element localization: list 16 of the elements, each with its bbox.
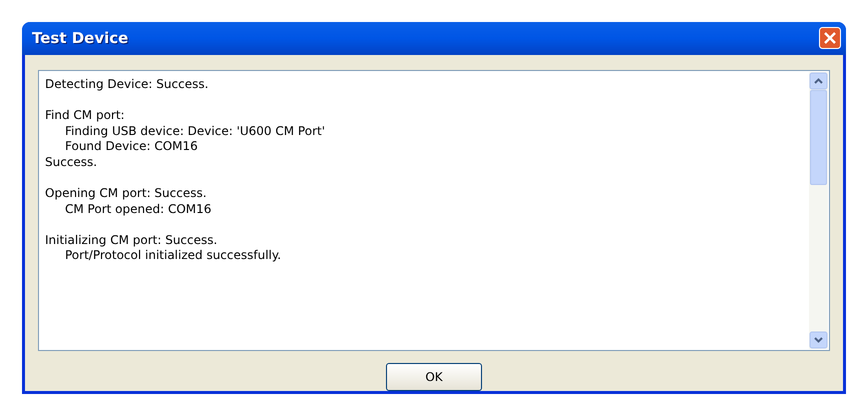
scrollbar[interactable]: [809, 72, 828, 349]
log-line: Found Device: COM16: [64, 139, 198, 155]
log-line: Port/Protocol initialized successfully.: [64, 248, 282, 264]
ok-button[interactable]: OK: [386, 363, 482, 391]
scroll-thumb[interactable]: [810, 90, 827, 185]
window-title: Test Device: [32, 28, 128, 50]
log-line: Initializing CM port: Success.: [45, 232, 218, 248]
log-line: Opening CM port: Success.: [45, 186, 207, 202]
log-line: Finding USB device: Device: 'U600 CM Port': [64, 124, 326, 140]
log-line: CM Port opened: COM16: [64, 202, 212, 218]
log-line: Find CM port:: [45, 108, 125, 124]
log-line: Detecting Device: Success.: [45, 76, 208, 92]
log-line: Success.: [45, 154, 98, 170]
scroll-up-icon[interactable]: [809, 72, 828, 90]
scroll-down-icon[interactable]: [809, 331, 828, 349]
close-icon[interactable]: [819, 27, 841, 50]
